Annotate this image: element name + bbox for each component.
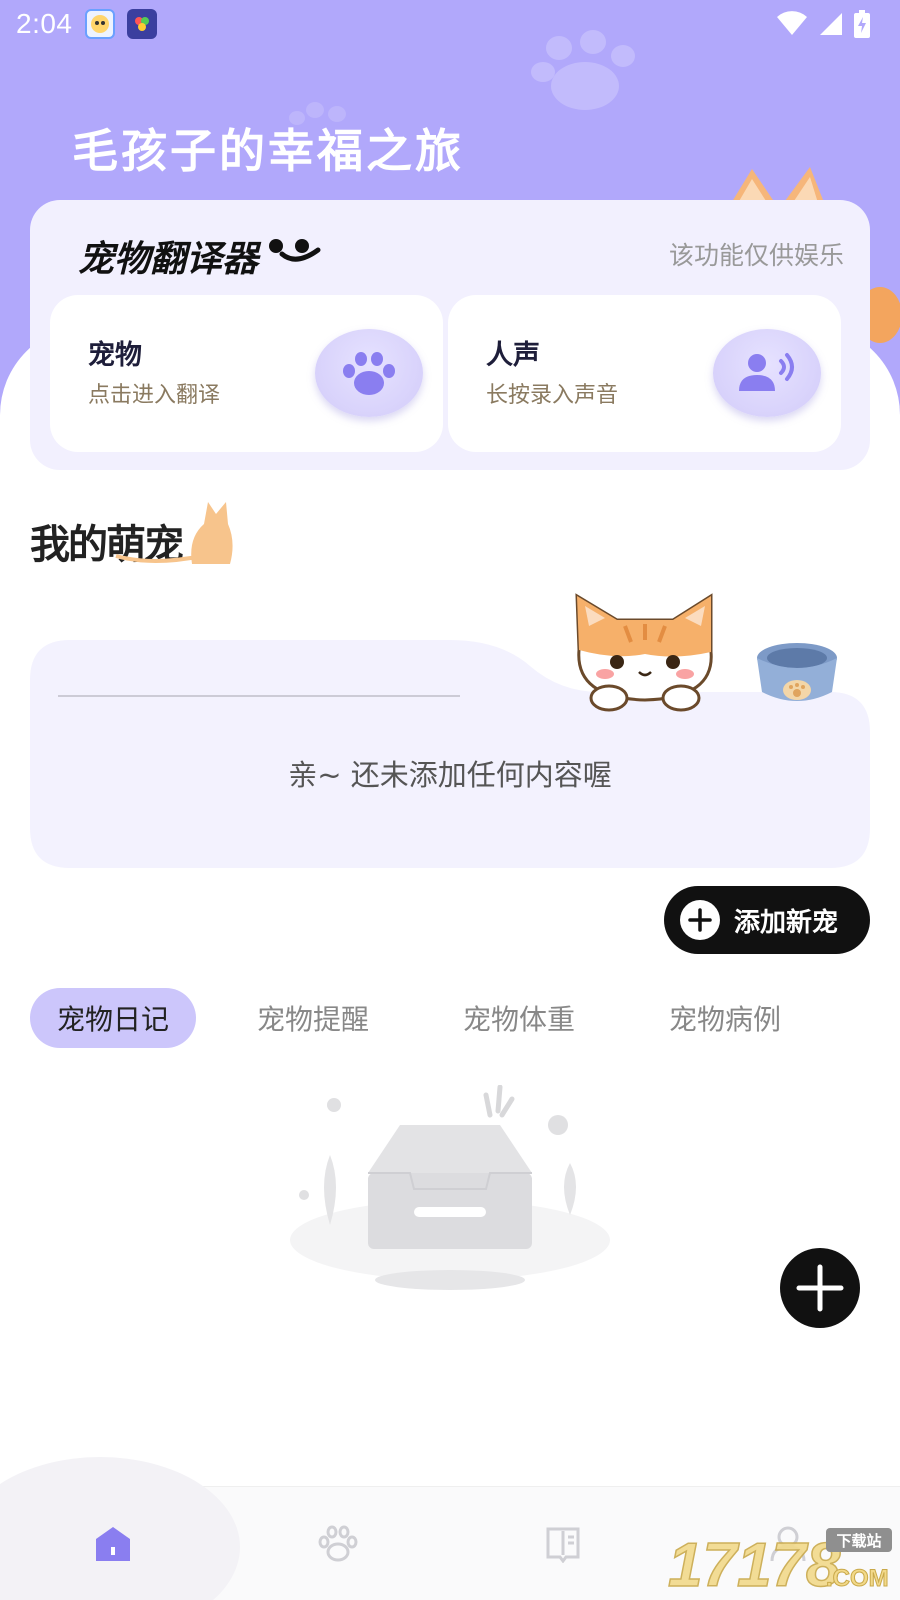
paw-icon [318, 1525, 357, 1562]
pet-bowl-illustration [757, 643, 837, 701]
tab-pet-medical[interactable]: 宠物病例 [642, 988, 808, 1048]
add-new-pet-button[interactable]: 添加新宠 [664, 886, 870, 954]
hero-title: 毛孩子的幸福之旅 [72, 124, 464, 178]
site-watermark-logo: 17178 下载站 .COM [667, 1528, 892, 1596]
app-notification-icon [126, 9, 157, 39]
nav-home[interactable] [0, 1457, 240, 1600]
voice-record-option[interactable]: 人声 长按录入声音 [448, 295, 841, 452]
app-notification-icon [84, 9, 115, 39]
watermark-badge: 下载站 [836, 1532, 881, 1550]
tab-pet-diary[interactable]: 宠物日记 [30, 988, 196, 1048]
add-diary-fab[interactable] [780, 1248, 860, 1328]
translator-title: 宠物翻译器 [78, 239, 259, 280]
signal-icon [820, 13, 842, 35]
tab-pet-weight[interactable]: 宠物体重 [436, 988, 602, 1048]
add-pet-label: 添加新宠 [734, 907, 839, 938]
empty-pets-message: 亲~ 还未添加任何内容喔 [288, 758, 612, 792]
pet-translate-option[interactable]: 宠物 点击进入翻译 [50, 295, 443, 452]
book-icon [546, 1527, 579, 1563]
nav-pets[interactable] [225, 1487, 450, 1600]
status-bar: 2:04 [0, 0, 900, 48]
cat-silhouette-icon [115, 502, 233, 564]
empty-inbox-illustration [290, 1085, 610, 1290]
plus-icon [680, 900, 720, 940]
watermark-number: 17178 [668, 1531, 841, 1596]
smile-face-icon [269, 239, 321, 262]
tab-pet-reminder[interactable]: 宠物提醒 [230, 988, 396, 1048]
option-title: 宠物 [88, 340, 142, 371]
status-time: 2:04 [16, 8, 73, 39]
cat-illustration [575, 593, 713, 712]
pet-translator-card: 宠物翻译器 该功能仅供娱乐 宠物 点击进入翻译 人声 长按录入声音 [30, 200, 870, 470]
voice-button[interactable] [713, 329, 821, 417]
paw-icon [343, 352, 395, 395]
wifi-icon [777, 11, 807, 36]
option-subtitle: 长按录入声音 [486, 383, 619, 408]
entertainment-note: 该功能仅供娱乐 [668, 241, 844, 270]
home-icon [95, 1527, 130, 1561]
watermark-suffix: .COM [826, 1565, 889, 1592]
paw-button[interactable] [315, 329, 423, 417]
nav-encyclopedia[interactable] [450, 1487, 675, 1600]
voice-icon [739, 353, 794, 391]
option-subtitle: 点击进入翻译 [88, 383, 221, 408]
pet-tabs: 宠物日记 宠物提醒 宠物体重 宠物病例 [30, 988, 870, 1048]
option-title: 人声 [486, 340, 540, 371]
battery-icon [854, 10, 870, 38]
plus-icon [796, 1264, 844, 1312]
